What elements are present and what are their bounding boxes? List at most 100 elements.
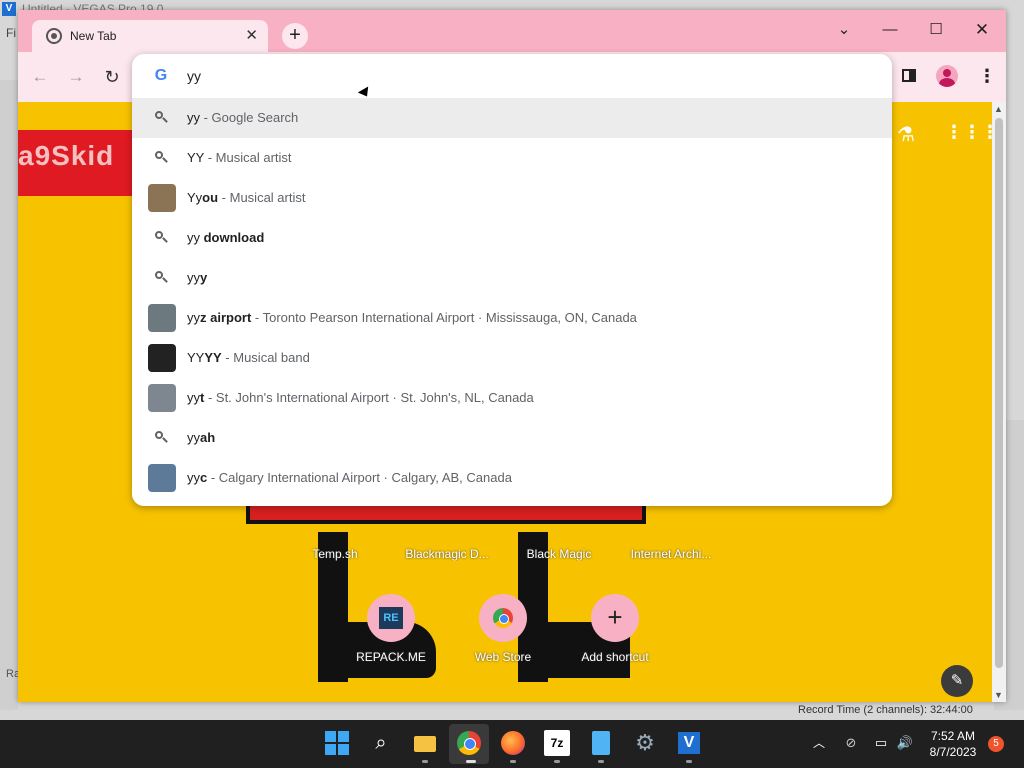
vegas-taskbar-icon[interactable]: V [676,730,702,756]
clock-time: 7:52 AM [930,729,976,743]
plus-icon: + [607,602,623,632]
search-icon [154,430,168,444]
suggestion-row[interactable]: Yyou - Musical artist [132,178,892,218]
suggestion-text: yyz airport - Toronto Pearson Internatio… [187,310,637,325]
firefox-taskbar-icon[interactable] [500,730,526,756]
running-indicator [598,760,604,763]
suggestion-row[interactable]: yy - Google Search [132,98,892,138]
running-indicator [554,760,560,763]
shortcut-blackmagic-d[interactable]: Blackmagic D... [391,547,503,561]
suggestion-text: yyt - St. John's International Airport ·… [187,390,534,405]
suggestion-row[interactable]: yyz airport - Toronto Pearson Internatio… [132,298,892,338]
running-indicator [422,760,428,763]
shortcut-label: Web Store [474,650,532,664]
back-button[interactable]: ← [27,64,53,90]
suggestion-row[interactable]: YY - Musical artist [132,138,892,178]
add-shortcut-button[interactable]: + Add shortcut [559,594,671,664]
shortcut-label: Temp.sh [312,547,358,561]
running-indicator [686,760,692,763]
search-icon [154,270,168,284]
shortcut-internet-archive[interactable]: Internet Archi... [615,547,727,561]
suggestion-row[interactable]: YYYY - Musical band [132,338,892,378]
shortcut-label: Blackmagic D... [405,547,489,561]
tab-new-tab[interactable]: New Tab ✕ [32,20,268,52]
repack-icon: RE [379,607,403,629]
web-store-icon [493,608,513,628]
scrollbar-thumb[interactable] [995,118,1003,668]
suggestion-text: yy - Google Search [187,110,299,125]
new-tab-button[interactable]: + [282,23,308,49]
search-icon [154,150,168,164]
close-window-button[interactable]: ✕ [962,16,1002,44]
reload-button[interactable]: ↻ [99,64,125,90]
shortcut-tile [479,594,527,642]
running-indicator [466,760,476,763]
search-icon [154,230,168,244]
forward-button[interactable]: → [63,64,89,90]
shortcut-temp-sh[interactable]: Temp.sh [279,547,391,561]
suggestion-row[interactable]: yy download [132,218,892,258]
suggestion-row[interactable]: yyah [132,418,892,458]
taskbar-clock[interactable]: 7:52 AM 8/7/2023 [922,728,984,760]
running-indicator [510,760,516,763]
omnibox-dropdown: G yy yy - Google Search YY - Musical arti… [132,54,892,506]
notification-badge[interactable]: 5 [988,736,1004,752]
address-bar[interactable]: G yy [132,54,892,100]
minimize-button[interactable]: — [870,16,910,44]
shortcut-label: Internet Archi... [630,547,712,561]
suggestion-thumbnail [148,184,176,212]
suggestion-text: YYYY - Musical band [187,350,310,365]
tab-close-icon[interactable]: ✕ [245,26,258,44]
customize-pencil-icon[interactable]: ✎ [941,665,973,697]
shortcut-tile: + [591,594,639,642]
shortcut-label: REPACK.ME [356,650,426,664]
settings-gear-icon[interactable]: ⚙ [632,730,658,756]
suggestion-text: yyc - Calgary International Airport · Ca… [187,470,512,485]
shortcut-repack-me[interactable]: RE REPACK.ME [335,594,447,664]
notepad-taskbar-icon[interactable] [588,730,614,756]
page-scrollbar[interactable]: ▲ ▼ [992,102,1006,702]
labs-flask-icon[interactable]: ⚗ [894,122,918,146]
suggestion-text: yyy [187,270,208,285]
volume-icon[interactable]: 🔊 [892,730,918,756]
chrome-favicon-icon [46,28,62,44]
tab-title: New Tab [70,29,117,43]
google-g-icon: G [151,66,171,86]
chrome-menu-icon[interactable]: ⋮ [978,64,996,90]
shortcut-web-store[interactable]: Web Store [447,594,559,664]
side-panel-icon[interactable] [902,69,916,82]
suggestion-thumbnail [148,304,176,332]
doodle-banner: a9Skid [18,130,136,196]
chrome-taskbar-icon[interactable] [456,730,482,756]
shortcut-label: Black Magic [526,547,592,561]
clock-date: 8/7/2023 [929,745,977,759]
suggestion-text: yyah [187,430,216,445]
suggestion-text: Yyou - Musical artist [187,190,306,205]
suggestion-text: YY - Musical artist [187,150,292,165]
suggestion-thumbnail [148,344,176,372]
tray-overflow-chevron-icon[interactable]: ︿ [806,730,832,756]
sevenzip-taskbar-icon[interactable]: 7z [544,730,570,756]
address-input[interactable]: yy [187,68,201,84]
vegas-menu-file[interactable]: Fi [6,26,16,40]
suggestion-row[interactable]: yyc - Calgary International Airport · Ca… [132,458,892,498]
google-apps-icon[interactable]: ⋮⋮⋮ [945,122,999,142]
suggestion-row[interactable]: yyy [132,258,892,298]
suggestion-thumbnail [148,464,176,492]
maximize-button[interactable]: ☐ [916,16,956,44]
shortcut-tile: RE [367,594,415,642]
shortcut-label: Add shortcut [581,650,649,664]
suggestion-thumbnail [148,384,176,412]
network-status-icon[interactable]: ⊘ [838,730,864,756]
search-icon [154,110,168,124]
record-time-status: Record Time (2 channels): 32:44:00 [798,704,973,716]
tab-search-button[interactable]: ⌄ [824,16,864,44]
vegas-left-panel [0,80,18,710]
display-icon[interactable]: ▭ [868,730,894,756]
vegas-logo-icon: V [2,2,16,16]
scroll-up-icon[interactable]: ▲ [994,104,1003,114]
scroll-down-icon[interactable]: ▼ [994,690,1003,700]
suggestion-row[interactable]: yyt - St. John's International Airport ·… [132,378,892,418]
shortcut-black-magic[interactable]: Black Magic [503,547,615,561]
profile-avatar[interactable] [936,65,958,87]
